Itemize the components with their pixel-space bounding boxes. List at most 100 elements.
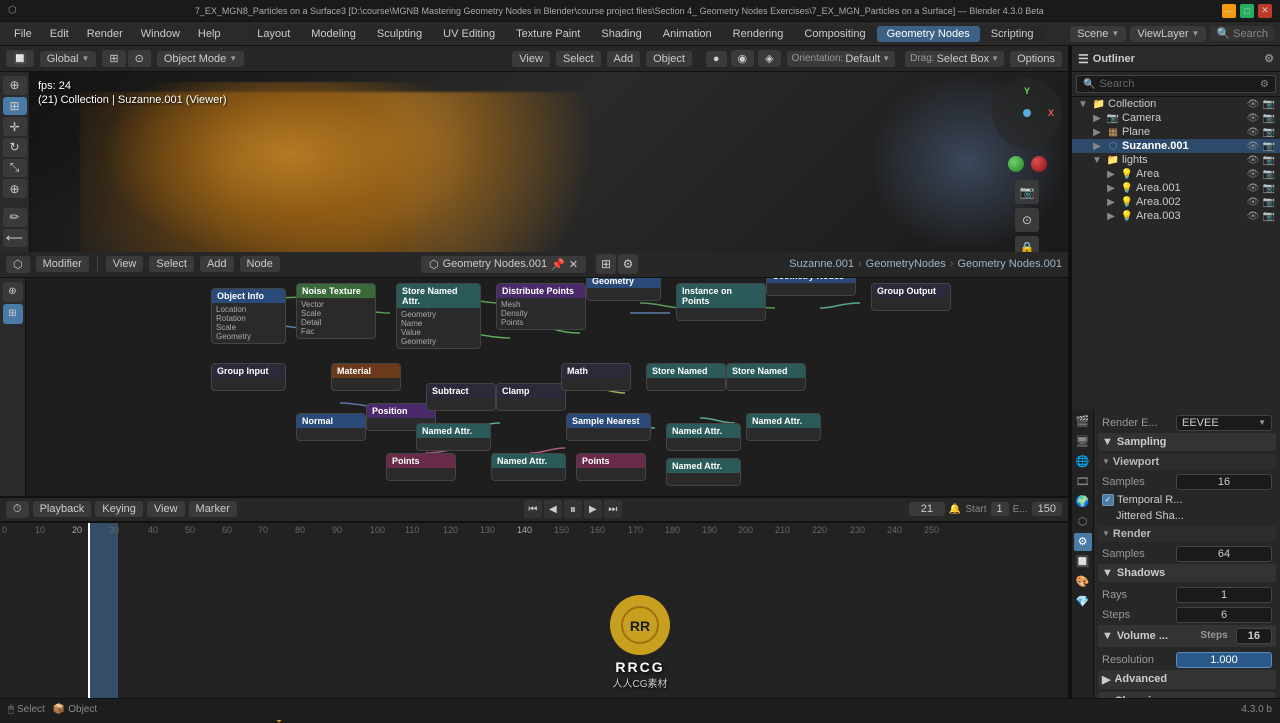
next-frame-button[interactable]: ▶ [584,500,602,518]
shading-mat[interactable]: ◉ [731,50,755,67]
prop-tab-world[interactable]: 🌍 [1074,493,1092,511]
3d-viewport[interactable]: ⊕ ⊞ ✛ ↻ ⤡ ⊕ ✏ ⟵ fps: 24 (21) Collection … [0,72,1068,252]
shading-solid[interactable]: ● [706,51,727,67]
volume-steps-value[interactable]: 16 [1236,628,1272,644]
breadcrumb-suzanne[interactable]: Suzanne.001 [789,258,854,270]
render-engine-dropdown[interactable]: EEVEE ▼ [1176,415,1272,431]
annotate-tool[interactable]: ✏ [3,208,27,227]
seek-start-button[interactable]: ⏮ [524,500,542,518]
prev-frame-button[interactable]: ◀ [544,500,562,518]
viewlayer-selector[interactable]: ViewLayer ▼ [1130,26,1206,42]
resolution-value[interactable]: 1.000 [1176,652,1272,668]
render-subsection[interactable]: ▼ Render [1098,526,1276,542]
transform-tool[interactable]: ⊕ [3,179,27,198]
node-n24[interactable]: Named Attr. [746,413,821,441]
node-select-menu[interactable]: Select [149,256,194,272]
advanced-section-header[interactable]: ▶ Advanced [1098,670,1276,689]
node-n11[interactable]: Normal [296,413,366,441]
select-tool[interactable]: ⊞ [3,97,27,116]
cam-render-icon[interactable]: 📷 [1262,113,1276,124]
area-render-icon[interactable]: 📷 [1262,169,1276,180]
node-n23[interactable]: Named Attr. [666,423,741,451]
marker-menu[interactable]: Marker [189,501,237,517]
viewport-subsection[interactable]: ▼ Viewport [1098,454,1276,470]
node-n2[interactable]: Noise TextureVectorScaleDetailFac [296,283,376,339]
proportional-edit[interactable]: ⊙ [128,50,151,67]
prop-tab-output[interactable]: 🖥 [1074,433,1092,451]
node-n6[interactable]: Instance on Points [676,283,766,321]
node-close-icon[interactable]: ✕ [569,258,578,271]
outliner-item-plane[interactable]: ▶ ▦ Plane 👁 📷 [1072,125,1280,139]
node-tool-1[interactable]: ⊞ [596,254,616,274]
viewport-samples-value[interactable]: 16 [1176,474,1272,490]
node-add-menu[interactable]: Add [200,256,234,272]
view-menu[interactable]: View [512,51,550,67]
node-modifier-btn[interactable]: Modifier [36,256,89,272]
current-frame[interactable]: 21 [909,502,945,516]
sampling-section-header[interactable]: ▼ Sampling [1098,433,1276,451]
maximize-button[interactable]: □ [1240,4,1254,18]
viewport-gizmo[interactable]: X Y [992,78,1062,148]
perspective-toggle[interactable]: ⊙ [1015,208,1039,232]
playback-menu[interactable]: Playback [33,501,92,517]
scene-selector[interactable]: Scene ▼ [1070,26,1126,42]
tab-animation[interactable]: Animation [653,26,722,42]
scale-tool[interactable]: ⤡ [3,159,27,178]
node-n13[interactable]: Subtract [426,383,496,411]
prop-tab-data[interactable]: 🔲 [1074,553,1092,571]
prop-tab-particles[interactable]: 💎 [1074,593,1092,611]
node-n20[interactable]: Points [386,453,456,481]
shading-render[interactable]: ◈ [758,50,780,67]
outliner-item-area001[interactable]: ▶ 💡 Area.001 👁 📷 [1072,181,1280,195]
menu-render[interactable]: Render [79,26,131,42]
close-button[interactable]: ✕ [1258,4,1272,18]
temporal-r-checkbox[interactable] [1102,494,1114,506]
move-tool[interactable]: ✛ [3,117,27,136]
breadcrumb-geometry-nodes[interactable]: GeometryNodes [866,258,946,270]
prop-tab-scene[interactable]: 🎞 [1074,473,1092,491]
outliner-item-area003[interactable]: ▶ 💡 Area.003 👁 📷 [1072,209,1280,223]
tab-shading[interactable]: Shading [591,26,651,42]
plane-render-icon[interactable]: 📷 [1262,127,1276,138]
outliner-item-suzanne[interactable]: ▶ ⬡ Suzanne.001 👁 📷 [1072,139,1280,153]
node-n21[interactable]: Store Named [646,363,726,391]
tab-sculpting[interactable]: Sculpting [367,26,432,42]
tab-rendering[interactable]: Rendering [723,26,794,42]
node-n1[interactable]: Object InfoLocationRotationScaleGeometry [211,288,286,344]
node-view-menu[interactable]: View [106,256,144,272]
timeline-editor-type[interactable]: ⏱ [6,501,29,518]
prop-tab-view[interactable]: 🌐 [1074,453,1092,471]
lights-view-icon[interactable]: 👁 [1246,155,1260,166]
add-menu[interactable]: Add [607,51,641,67]
rotate-tool[interactable]: ↻ [3,138,27,157]
tab-layout[interactable]: Layout [247,26,300,42]
menu-window[interactable]: Window [133,26,188,42]
options-button[interactable]: Options [1010,51,1062,67]
outliner-search-wrapper[interactable]: 🔍 Search ⚙ [1076,75,1276,93]
node-n8[interactable]: Group Output [871,283,951,311]
menu-help[interactable]: Help [190,26,229,42]
node-n18[interactable]: Points [576,453,646,481]
rays-value[interactable]: 1 [1176,587,1272,603]
view-timeline-menu[interactable]: View [147,501,185,517]
node-node-menu[interactable]: Node [240,256,280,272]
outliner-filter-icon[interactable]: ⚙ [1264,52,1274,65]
render-icon[interactable]: 📷 [1262,99,1276,110]
plane-view-icon[interactable]: 👁 [1246,127,1260,138]
outliner-item-camera[interactable]: ▶ 📷 Camera 👁 📷 [1072,111,1280,125]
outliner-item-collection[interactable]: ▼ 📁 Collection 👁 📷 [1072,97,1280,111]
menu-edit[interactable]: Edit [42,26,77,42]
cam-view-icon[interactable]: 👁 [1246,113,1260,124]
breadcrumb-gn-001[interactable]: Geometry Nodes.001 [957,258,1062,270]
node-n15[interactable]: Clamp [496,383,566,411]
outliner-item-area[interactable]: ▶ 💡 Area 👁 📷 [1072,167,1280,181]
node-n17[interactable]: Sample Nearest [566,413,651,441]
menu-file[interactable]: File [6,26,40,42]
lights-render-icon[interactable]: 📷 [1262,155,1276,166]
shadows-section-header[interactable]: ▼ Shadows [1098,564,1276,582]
cursor-tool[interactable]: ⊕ [3,76,27,95]
play-button[interactable]: ⏸ [564,500,582,518]
area002-view-icon[interactable]: 👁 [1246,197,1260,208]
node-tool-2[interactable]: ⚙ [618,254,638,274]
drag-value[interactable]: Select Box [937,53,990,65]
